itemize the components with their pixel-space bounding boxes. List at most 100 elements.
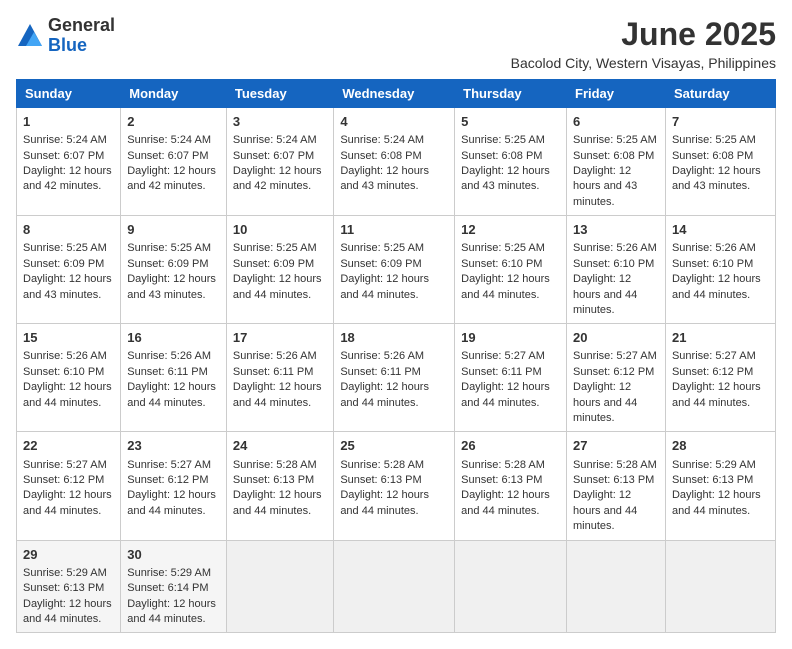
daylight-text: Daylight: 12 hours and 44 minutes. — [340, 489, 429, 516]
sunrise-text: Sunrise: 5:27 AM — [573, 350, 657, 362]
sunset-text: Sunset: 6:07 PM — [233, 150, 314, 162]
calendar-week-5: 29Sunrise: 5:29 AMSunset: 6:13 PMDayligh… — [17, 540, 776, 633]
sunrise-text: Sunrise: 5:25 AM — [461, 134, 545, 146]
day-number: 2 — [127, 113, 220, 131]
logo-general: General — [48, 16, 115, 36]
sunset-text: Sunset: 6:07 PM — [127, 150, 208, 162]
sunrise-text: Sunrise: 5:26 AM — [573, 242, 657, 254]
daylight-text: Daylight: 12 hours and 43 minutes. — [23, 273, 112, 300]
sunrise-text: Sunrise: 5:24 AM — [340, 134, 424, 146]
calendar-week-4: 22Sunrise: 5:27 AMSunset: 6:12 PMDayligh… — [17, 432, 776, 540]
table-row: 23Sunrise: 5:27 AMSunset: 6:12 PMDayligh… — [121, 432, 227, 540]
daylight-text: Daylight: 12 hours and 44 minutes. — [127, 598, 216, 625]
daylight-text: Daylight: 12 hours and 42 minutes. — [233, 165, 322, 192]
header-friday: Friday — [567, 80, 666, 108]
table-row: 25Sunrise: 5:28 AMSunset: 6:13 PMDayligh… — [334, 432, 455, 540]
table-row: 13 Sunrise: 5:26 AM Sunset: 6:10 PM Dayligh… — [567, 216, 666, 324]
daylight-text: Daylight: 12 hours and 42 minutes. — [127, 165, 216, 192]
sunset-text: Sunset: 6:09 PM — [340, 258, 421, 270]
table-row: 1Sunrise: 5:24 AMSunset: 6:07 PMDaylight… — [17, 108, 121, 216]
sunrise-text: Sunrise: 5:25 AM — [340, 242, 424, 254]
sunrise-text: Sunrise: 5:25 AM — [233, 242, 317, 254]
sunset-text: Sunset: 6:08 PM — [340, 150, 421, 162]
sunrise-text: Sunrise: 5:29 AM — [127, 567, 211, 579]
day-number: 15 — [23, 329, 114, 347]
daylight-text: Daylight: 12 hours and 44 minutes. — [23, 489, 112, 516]
sunrise-text: Sunrise: 5:26 AM — [233, 350, 317, 362]
sunset-text: Sunset: 6:10 PM — [461, 258, 542, 270]
sunrise-text: Sunrise: 5:26 AM — [672, 242, 756, 254]
day-number: 10 — [233, 221, 327, 239]
sunset-text: Sunset: 6:10 PM — [573, 258, 654, 270]
sunset-text: Sunset: 6:07 PM — [23, 150, 104, 162]
sunrise-text: Sunrise: 5:26 AM — [340, 350, 424, 362]
sunset-text: Sunset: 6:13 PM — [23, 582, 104, 594]
day-number: 25 — [340, 437, 448, 455]
sunset-text: Sunset: 6:13 PM — [233, 474, 314, 486]
daylight-text: Daylight: 12 hours and 44 minutes. — [573, 273, 637, 316]
daylight-text: Daylight: 12 hours and 43 minutes. — [340, 165, 429, 192]
logo-icon — [16, 22, 44, 50]
logo-text: General Blue — [48, 16, 115, 56]
sunrise-text: Sunrise: 5:25 AM — [672, 134, 756, 146]
sunrise-text: Sunrise: 5:26 AM — [127, 350, 211, 362]
title-area: June 2025 Bacolod City, Western Visayas,… — [511, 16, 776, 71]
sunrise-text: Sunrise: 5:27 AM — [23, 459, 107, 471]
table-row: 5Sunrise: 5:25 AMSunset: 6:08 PMDaylight… — [455, 108, 567, 216]
sunset-text: Sunset: 6:12 PM — [672, 366, 753, 378]
table-row: 19Sunrise: 5:27 AMSunset: 6:11 PMDayligh… — [455, 324, 567, 432]
sunset-text: Sunset: 6:08 PM — [573, 150, 654, 162]
table-row: 26Sunrise: 5:28 AMSunset: 6:13 PMDayligh… — [455, 432, 567, 540]
sunset-text: Sunset: 6:10 PM — [23, 366, 104, 378]
daylight-text: Daylight: 12 hours and 44 minutes. — [127, 489, 216, 516]
day-number: 19 — [461, 329, 560, 347]
daylight-text: Daylight: 12 hours and 44 minutes. — [340, 381, 429, 408]
day-number: 22 — [23, 437, 114, 455]
day-number: 1 — [23, 113, 114, 131]
table-row: 12Sunrise: 5:25 AMSunset: 6:10 PMDayligh… — [455, 216, 567, 324]
logo: General Blue — [16, 16, 115, 56]
table-row: 7Sunrise: 5:25 AMSunset: 6:08 PMDaylight… — [665, 108, 775, 216]
sunrise-text: Sunrise: 5:27 AM — [672, 350, 756, 362]
sunrise-text: Sunrise: 5:27 AM — [461, 350, 545, 362]
header-row: Sunday Monday Tuesday Wednesday Thursday… — [17, 80, 776, 108]
table-row — [226, 540, 333, 633]
sunset-text: Sunset: 6:14 PM — [127, 582, 208, 594]
header-sunday: Sunday — [17, 80, 121, 108]
day-number: 26 — [461, 437, 560, 455]
day-number: 13 — [573, 221, 659, 239]
sunrise-text: Sunrise: 5:26 AM — [23, 350, 107, 362]
day-number: 5 — [461, 113, 560, 131]
table-row: 16Sunrise: 5:26 AMSunset: 6:11 PMDayligh… — [121, 324, 227, 432]
table-row: 10Sunrise: 5:25 AMSunset: 6:09 PMDayligh… — [226, 216, 333, 324]
sunrise-text: Sunrise: 5:29 AM — [23, 567, 107, 579]
daylight-text: Daylight: 12 hours and 44 minutes. — [233, 381, 322, 408]
header-monday: Monday — [121, 80, 227, 108]
day-number: 21 — [672, 329, 769, 347]
day-number: 27 — [573, 437, 659, 455]
daylight-text: Daylight: 12 hours and 44 minutes. — [340, 273, 429, 300]
table-row: 14Sunrise: 5:26 AMSunset: 6:10 PMDayligh… — [665, 216, 775, 324]
subtitle: Bacolod City, Western Visayas, Philippin… — [511, 55, 776, 71]
table-row: 17Sunrise: 5:26 AMSunset: 6:11 PMDayligh… — [226, 324, 333, 432]
calendar-week-3: 15 Sunrise: 5:26 AM Sunset: 6:10 PM Dayligh… — [17, 324, 776, 432]
header-saturday: Saturday — [665, 80, 775, 108]
sunset-text: Sunset: 6:12 PM — [573, 366, 654, 378]
calendar-week-2: 8Sunrise: 5:25 AMSunset: 6:09 PMDaylight… — [17, 216, 776, 324]
sunrise-text: Sunrise: 5:24 AM — [23, 134, 107, 146]
header-wednesday: Wednesday — [334, 80, 455, 108]
daylight-text: Daylight: 12 hours and 44 minutes. — [233, 273, 322, 300]
table-row: 24Sunrise: 5:28 AMSunset: 6:13 PMDayligh… — [226, 432, 333, 540]
table-row: 18Sunrise: 5:26 AMSunset: 6:11 PMDayligh… — [334, 324, 455, 432]
table-row: 30Sunrise: 5:29 AMSunset: 6:14 PMDayligh… — [121, 540, 227, 633]
day-number: 28 — [672, 437, 769, 455]
table-row: 15Sunrise: 5:26 AMSunset: 6:10 PMDayligh… — [17, 324, 121, 432]
sunset-text: Sunset: 6:11 PM — [127, 366, 208, 378]
logo-blue: Blue — [48, 36, 115, 56]
sunset-text: Sunset: 6:11 PM — [340, 366, 421, 378]
day-number: 16 — [127, 329, 220, 347]
sunrise-text: Sunrise: 5:27 AM — [127, 459, 211, 471]
day-number: 17 — [233, 329, 327, 347]
day-number: 6 — [573, 113, 659, 131]
day-number: 4 — [340, 113, 448, 131]
